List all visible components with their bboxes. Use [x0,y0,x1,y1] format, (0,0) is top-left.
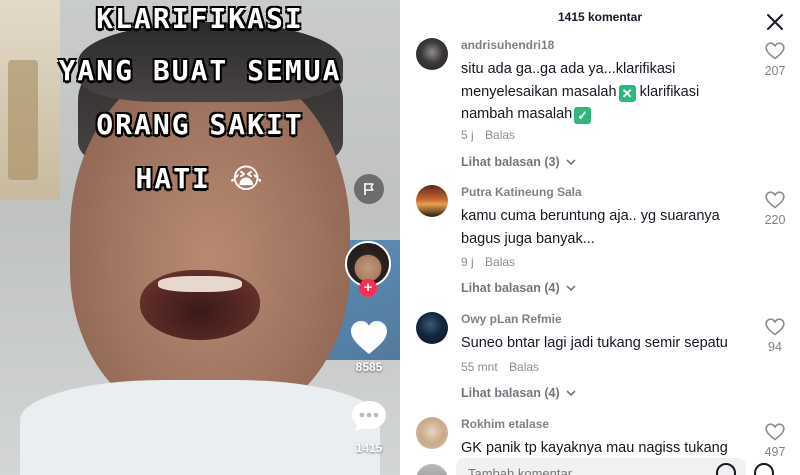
heart-outline-icon[interactable] [765,42,785,60]
overlay-caption-line-3: ORANG SAKIT [96,108,304,141]
comment-text: Suneo bntar lagi jadi tukang semir sepat… [461,335,728,351]
comment-meta: 9 j Balas [461,255,515,269]
follow-button[interactable]: + [359,279,377,297]
comment-like[interactable]: 497 [760,423,790,459]
like-heart-icon[interactable] [350,320,388,356]
comments-title: 1415 komentar [557,10,643,24]
comment-username[interactable]: andrisuhendri18 [461,38,554,52]
comment-meta: 5 j Balas [461,128,515,142]
comment-username[interactable]: Owy pLan Refmie [461,312,562,326]
heart-outline-icon[interactable] [765,318,785,336]
user-avatar[interactable] [416,185,448,217]
view-replies-button[interactable]: Lihat balasan (3) [461,155,576,169]
comment-time: 5 j [461,128,474,142]
reply-button[interactable]: Balas [485,255,515,269]
heart-outline-icon[interactable] [765,191,785,209]
comment-text: situ ada ga..ga ada ya...klarifikasi men… [461,58,751,126]
crying-emoji: 😭 [229,162,265,195]
comment-count: 1415 [355,441,383,455]
comment-username[interactable]: Putra Katineung Sala [461,185,582,199]
overlay-caption-word: HATI [135,162,211,195]
comment-username[interactable]: Rokhim etalase [461,417,549,431]
comment-input[interactable] [456,458,746,475]
comment-text: kamu cuma beruntung aja.. yg suaranya ba… [461,208,720,247]
emoji-icon[interactable] [754,463,774,475]
view-replies-button[interactable]: Lihat balasan (4) [461,386,576,400]
comment-item: Putra Katineung Sala kamu cuma beruntung… [400,185,800,300]
close-icon[interactable] [766,13,784,31]
comment-like-count: 94 [768,340,782,354]
report-flag-button[interactable] [354,174,384,204]
chevron-down-icon [566,285,576,292]
overlay-caption-line-4: HATI 😭 [0,162,400,195]
reply-button[interactable]: Balas [485,128,515,142]
reply-button[interactable]: Balas [509,360,539,374]
comment-item: andrisuhendri18 situ ada ga..ga ada ya..… [400,38,800,178]
comment-like-count: 207 [764,64,786,78]
comments-panel: 1415 komentar andrisuhendri18 situ ada g… [400,0,800,475]
comment-item: Owy pLan Refmie Suneo bntar lagi jadi tu… [400,312,800,402]
person-shirt [20,380,380,475]
comment-like-count: 497 [764,445,786,459]
comment-meta: 55 mnt Balas [461,360,539,374]
person-teeth [158,276,242,292]
current-user-avatar [416,464,448,475]
view-replies-label: Lihat balasan (4) [461,281,560,295]
view-replies-button[interactable]: Lihat balasan (4) [461,281,576,295]
comment-text: GK panik tp kayaknya mau nagiss tukang [461,440,728,456]
view-replies-label: Lihat balasan (3) [461,155,560,169]
like-count: 8585 [355,360,383,374]
overlay-caption-line-2: YANG BUAT SEMUA [58,54,342,87]
check-mark-emoji: ✓ [574,107,592,124]
comment-like-count: 220 [764,213,786,227]
video-player[interactable]: KLARIFIKASI YANG BUAT SEMUA ORANG SAKIT … [0,0,400,475]
user-avatar[interactable] [416,417,448,449]
cross-mark-emoji: ✕ [618,84,636,102]
comment-time: 55 mnt [461,360,498,374]
chevron-down-icon [566,159,576,166]
heart-outline-icon[interactable] [765,423,785,441]
comment-like[interactable]: 220 [760,191,790,227]
view-replies-label: Lihat balasan (4) [461,386,560,400]
flag-icon [364,183,374,195]
comment-time: 9 j [461,255,474,269]
user-avatar[interactable] [416,312,448,344]
user-avatar[interactable] [416,38,448,70]
overlay-caption-line-1: KLARIFIKASI [96,2,304,35]
comment-input-bar [400,458,800,475]
chevron-down-icon [566,390,576,397]
comment-like[interactable]: 207 [760,42,790,78]
comment-bubble-icon[interactable] [351,399,387,435]
comment-like[interactable]: 94 [760,318,790,354]
